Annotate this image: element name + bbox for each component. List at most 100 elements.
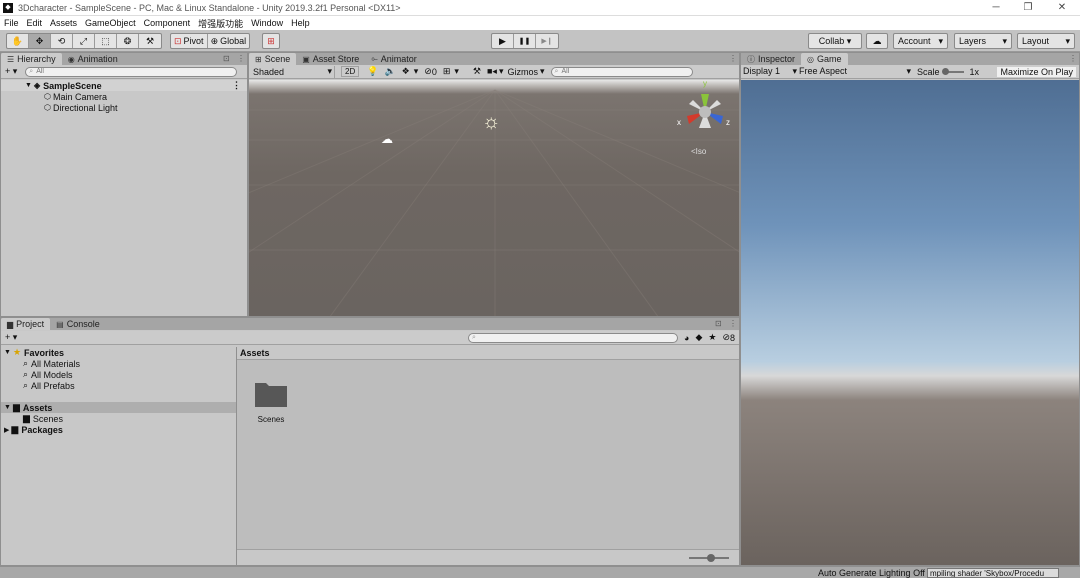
sun-light-icon[interactable]: ☼ — [482, 111, 500, 134]
grid-snap-icon[interactable]: ⊞ — [443, 66, 451, 77]
tab-game[interactable]: ◎ Game — [801, 53, 848, 65]
icon-size-slider[interactable] — [689, 554, 729, 562]
close-button[interactable]: ✕ — [1045, 0, 1079, 16]
chevron-right-icon: ▶ — [4, 426, 10, 434]
rotate-tool-icon[interactable]: ⟲ — [51, 34, 73, 48]
hierarchy-search[interactable]: ⌕ — [25, 66, 238, 77]
scene-search-input[interactable] — [561, 68, 692, 75]
menu-help[interactable]: Help — [287, 18, 314, 28]
kebab-menu-icon[interactable]: ⋮ — [232, 80, 241, 91]
maximize-on-play-toggle[interactable]: Maximize On Play — [997, 66, 1076, 77]
menu-enhanced[interactable]: 增强版功能 — [194, 17, 247, 30]
pause-button[interactable]: ❚❚ — [514, 34, 536, 48]
transform-tool-icon[interactable]: ❂ — [117, 34, 139, 48]
packages-row[interactable]: ▶ ▆ Packages — [1, 424, 236, 435]
slider-handle[interactable] — [707, 554, 715, 562]
favorites-row[interactable]: ▼ ★ Favorites — [1, 347, 236, 358]
filter-label-icon[interactable]: ◆ — [695, 332, 702, 343]
kebab-menu-icon[interactable]: ⋮ — [729, 318, 737, 330]
scene-name: SampleScene — [43, 80, 102, 91]
create-button[interactable]: + ▾ — [5, 66, 17, 77]
2d-toggle[interactable]: 2D — [341, 66, 360, 77]
minimize-button[interactable]: ─ — [979, 0, 1013, 16]
cloud-icon[interactable]: ☁ — [866, 33, 888, 49]
move-tool-icon[interactable]: ✥ — [29, 34, 51, 48]
shading-dropdown[interactable]: Shaded ▾ — [251, 65, 335, 78]
tab-inspector[interactable]: ⓘ Inspector — [741, 53, 801, 65]
list-item[interactable]: ⬡ Main Camera — [1, 91, 247, 102]
hierarchy-search-input[interactable] — [36, 68, 237, 75]
game-viewport[interactable] — [741, 80, 1079, 565]
search-icon: ⌕ — [23, 380, 29, 390]
camera-gizmo-icon[interactable]: ☁ — [381, 132, 393, 146]
account-dropdown[interactable]: Account ▾ — [893, 33, 948, 49]
menu-file[interactable]: File — [0, 18, 23, 28]
create-button[interactable]: + ▾ — [5, 332, 17, 343]
restore-button[interactable]: ❐ — [1011, 0, 1045, 16]
scale-tool-icon[interactable]: ⤢ — [73, 34, 95, 48]
slider-handle[interactable] — [941, 67, 949, 75]
tools-icon[interactable]: ⚒ — [473, 66, 481, 77]
shading-label: Shaded — [253, 66, 285, 77]
assets-row[interactable]: ▼ ▆ Assets — [1, 402, 236, 413]
tab-animation[interactable]: ◉ Animation — [62, 53, 124, 65]
kebab-menu-icon[interactable]: ⋮ — [1069, 53, 1077, 65]
scale-slider[interactable] — [941, 67, 964, 75]
folder-tile[interactable]: Scenes — [251, 377, 291, 424]
layers-dropdown[interactable]: Layers ▾ — [954, 33, 1012, 49]
rect-tool-icon[interactable]: ⬚ — [95, 34, 117, 48]
scene-row[interactable]: ▼ ◈ SampleScene ⋮ — [1, 80, 247, 91]
list-item[interactable]: ⌕ All Materials — [1, 358, 236, 369]
list-item[interactable]: ⌕ All Models — [1, 369, 236, 380]
display-dropdown[interactable]: Display 1 ▾ — [743, 66, 797, 77]
tab-project[interactable]: ▆ Project — [1, 318, 51, 330]
collab-button[interactable]: Collab ▾ — [808, 33, 862, 49]
chevron-down-icon[interactable]: ▾ — [414, 66, 419, 77]
step-button[interactable]: ▶❙ — [536, 34, 558, 48]
tab-animator[interactable]: ⟜ Animator — [365, 53, 422, 65]
breadcrumb[interactable]: Assets — [237, 347, 739, 360]
pivot-button[interactable]: ⊡ Pivot — [171, 34, 208, 48]
speaker-icon[interactable]: 🔈 — [384, 66, 395, 77]
tab-console[interactable]: ▤ Console — [50, 318, 106, 330]
axis-gizmo[interactable] — [675, 82, 735, 138]
list-item[interactable]: ▆ Scenes — [1, 413, 236, 424]
kebab-menu-icon[interactable]: ⋮ — [237, 53, 245, 65]
kebab-menu-icon[interactable]: ⋮ — [729, 53, 737, 65]
global-button[interactable]: ⊕ Global — [208, 34, 250, 48]
gizmos-dropdown[interactable]: Gizmos — [508, 67, 539, 77]
camera-icon[interactable]: ■◂ — [487, 66, 497, 77]
hidden-eye-icon[interactable]: ⊘ — [424, 66, 432, 77]
hidden-eye-icon[interactable]: ⊘ — [722, 332, 730, 343]
layout-dropdown[interactable]: Layout ▾ — [1017, 33, 1075, 49]
chevron-down-icon[interactable]: ▾ — [499, 66, 504, 77]
filter-type-icon[interactable]: ◕ — [684, 333, 689, 343]
star-icon[interactable]: ★ — [708, 332, 716, 343]
hand-tool-icon[interactable]: ✋ — [7, 34, 29, 48]
lightbulb-icon[interactable]: 💡 — [367, 66, 378, 77]
menu-gameobject[interactable]: GameObject — [81, 18, 140, 28]
scene-viewport[interactable]: ☁ ☼ y x z <Iso — [249, 80, 739, 316]
menu-window[interactable]: Window — [247, 18, 287, 28]
menu-component[interactable]: Component — [140, 18, 195, 28]
chevron-down-icon[interactable]: ▾ — [454, 66, 459, 77]
play-button[interactable]: ▶ — [492, 34, 514, 48]
snap-grid-icon[interactable]: ⊞ — [262, 33, 280, 49]
project-search[interactable]: ⌕ — [468, 332, 678, 343]
list-item[interactable]: ⌕ All Prefabs — [1, 380, 236, 391]
lock-icon[interactable]: ⊡ — [715, 318, 722, 330]
chevron-down-icon[interactable]: ▾ — [540, 66, 545, 77]
effects-icon[interactable]: ❖ — [402, 66, 410, 77]
menu-edit[interactable]: Edit — [23, 18, 47, 28]
tab-scene[interactable]: ⊞ Scene — [249, 53, 297, 65]
custom-tool-icon[interactable]: ⚒ — [139, 34, 161, 48]
tab-asset-store[interactable]: ▣ Asset Store — [296, 53, 365, 65]
project-search-input[interactable] — [478, 334, 677, 341]
tab-hierarchy[interactable]: ☰ Hierarchy — [1, 53, 62, 65]
list-item[interactable]: ⬡ Directional Light — [1, 102, 247, 113]
menu-assets[interactable]: Assets — [46, 18, 81, 28]
lock-icon[interactable]: ⊡ — [223, 53, 230, 65]
scene-search[interactable]: ⌕ — [550, 66, 693, 77]
iso-toggle[interactable]: <Iso — [691, 147, 706, 156]
aspect-dropdown[interactable]: Free Aspect ▾ — [799, 66, 911, 77]
